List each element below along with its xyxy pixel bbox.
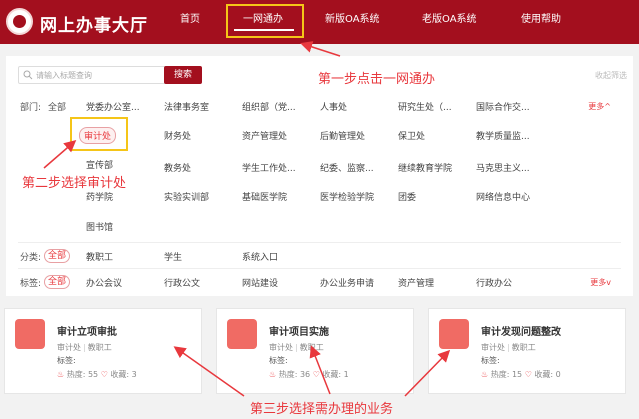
arrow-step3b [309,345,331,395]
arrow-step3a [173,346,245,397]
arrow-step3c [404,349,451,397]
arrow-step1 [300,41,341,57]
arrow-step2 [43,140,77,169]
annotation-arrows [43,41,451,397]
